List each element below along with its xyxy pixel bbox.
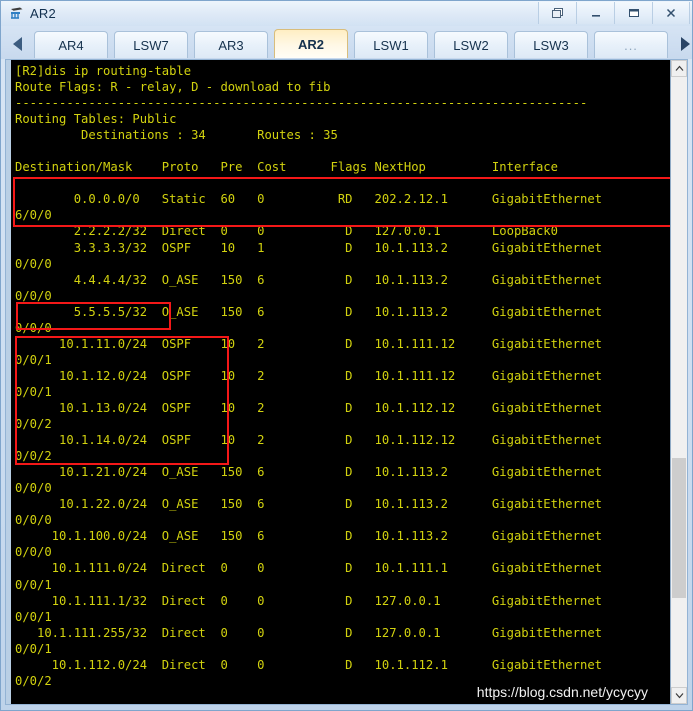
scroll-up-button[interactable] xyxy=(671,60,687,77)
scrollbar-thumb[interactable] xyxy=(672,458,686,598)
tab-ar4[interactable]: AR4 xyxy=(34,31,108,58)
router-icon xyxy=(9,6,25,21)
chevron-right-icon xyxy=(680,36,690,51)
restore-button[interactable] xyxy=(538,2,576,24)
tab-label: LSW7 xyxy=(133,37,169,53)
routing-table-output: [R2]dis ip routing-table Route Flags: R … xyxy=(15,64,602,688)
maximize-button[interactable] xyxy=(614,2,652,24)
tab-overflow[interactable]: ... xyxy=(594,31,668,58)
device-tab-bar: AR4 LSW7 AR3 AR2 LSW1 LSW2 LSW3 ... xyxy=(1,26,692,59)
tab-label: LSW3 xyxy=(533,37,569,53)
scroll-down-button[interactable] xyxy=(671,687,687,704)
window-controls xyxy=(538,2,690,24)
terminal-output-area[interactable]: [R2]dis ip routing-table Route Flags: R … xyxy=(11,60,670,704)
tab-ar3[interactable]: AR3 xyxy=(194,31,268,58)
minimize-button[interactable] xyxy=(576,2,614,24)
tab-lsw7[interactable]: LSW7 xyxy=(114,31,188,58)
tab-label: AR4 xyxy=(58,37,84,53)
terminal-window: AR2 AR4 LSW7 AR3 AR2 LSW1 LSW2 LSW3 ... … xyxy=(0,0,693,711)
watermark-text: https://blog.csdn.net/ycycyy xyxy=(476,684,648,700)
tab-label: ... xyxy=(624,37,638,53)
chevron-left-icon xyxy=(12,36,22,51)
tab-lsw1[interactable]: LSW1 xyxy=(354,31,428,58)
close-button[interactable] xyxy=(652,2,690,24)
tab-label: LSW1 xyxy=(373,37,409,53)
tab-label: AR2 xyxy=(297,36,324,52)
title-bar: AR2 xyxy=(1,1,692,26)
tab-lsw3[interactable]: LSW3 xyxy=(514,31,588,58)
tab-lsw2[interactable]: LSW2 xyxy=(434,31,508,58)
tab-scroll-right-button[interactable] xyxy=(671,28,692,59)
tab-label: AR3 xyxy=(218,37,244,53)
vertical-scrollbar[interactable] xyxy=(670,60,687,704)
tab-scroll-left-button[interactable] xyxy=(3,28,31,59)
tab-label: LSW2 xyxy=(453,37,489,53)
tab-ar2[interactable]: AR2 xyxy=(274,29,348,58)
terminal-panel: [R2]dis ip routing-table Route Flags: R … xyxy=(5,59,688,705)
window-title: AR2 xyxy=(30,5,56,21)
